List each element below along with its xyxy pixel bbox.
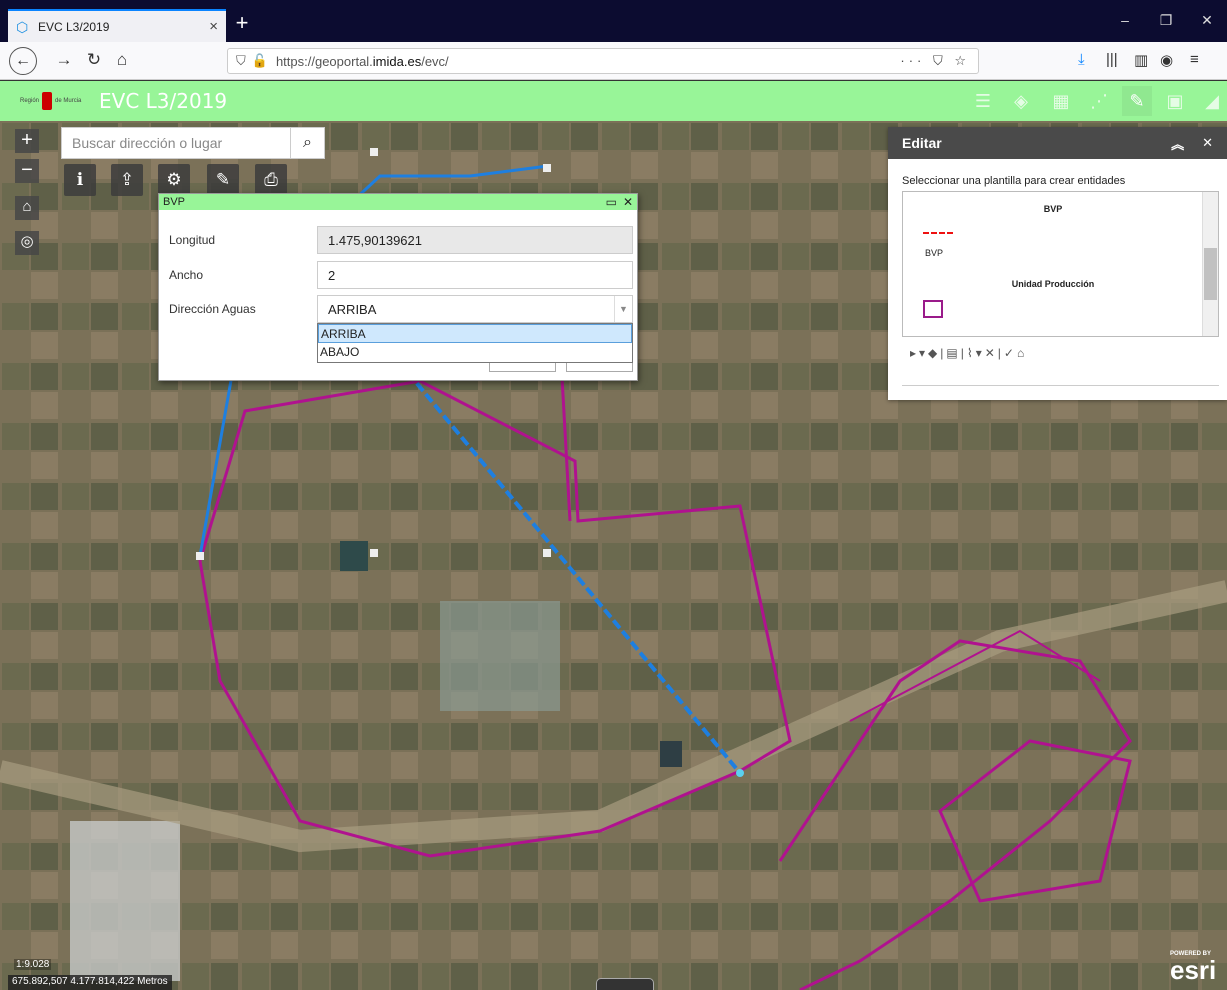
dashed-line-icon xyxy=(923,232,953,234)
insecure-lock-icon: 🔓 xyxy=(251,53,268,68)
search-input[interactable]: Buscar dirección o lugar xyxy=(62,128,290,158)
longitud-field: 1.475,90139621 xyxy=(317,226,633,254)
basemap-widget-icon[interactable]: ▦ xyxy=(1046,86,1076,116)
reload-button[interactable]: ↻ xyxy=(82,50,106,70)
dropdown-option-arriba[interactable]: ARRIBA xyxy=(318,324,632,343)
scrollbar[interactable] xyxy=(1202,192,1218,336)
field-label: Dirección Aguas xyxy=(169,302,256,316)
maximize-window-button[interactable]: ❐ xyxy=(1146,12,1186,29)
info-icon[interactable]: ℹ xyxy=(64,164,96,196)
print-icon[interactable]: ⎙ xyxy=(255,164,287,196)
popup-title: BVP xyxy=(163,196,186,208)
map-view[interactable]: + − ⌂ ◎ Buscar dirección o lugar ⌕ ℹ ⇪ ⚙… xyxy=(0,121,1227,990)
field-row-direccion: Dirección Aguas ARRIBA ▼ xyxy=(169,295,634,323)
add-data-icon[interactable]: ⇪ xyxy=(111,164,143,196)
dropdown-option-abajo[interactable]: ABAJO xyxy=(318,343,632,362)
url-text: https://geoportal.imida.es/evc/ xyxy=(275,53,449,69)
url-bar[interactable]: ⛉ 🔓 https://geoportal.imida.es/evc/ ··· … xyxy=(227,48,979,74)
attribution-logo: esri xyxy=(1170,955,1217,985)
measure-widget-icon[interactable]: ⋰ xyxy=(1084,86,1114,116)
edit-toolbar[interactable]: ▸▾◆|▤|⌇▾✕|✓⌂ xyxy=(910,346,1027,360)
region-logo: Región de Murcia xyxy=(20,89,90,113)
account-icon[interactable]: ◉ xyxy=(1160,51,1173,69)
direccion-select-value: ARRIBA xyxy=(328,301,377,317)
close-window-button[interactable]: ✕ xyxy=(1187,12,1227,29)
address-search[interactable]: Buscar dirección o lugar ⌕ xyxy=(61,127,325,159)
tab-title: EVC L3/2019 xyxy=(38,19,110,34)
app-header: Región de Murcia EVC L3/2019 ☰ ◈ ▦ ⋰ ✎ ▣… xyxy=(0,81,1227,121)
dropdown-list: ARRIBA ABAJO xyxy=(317,323,633,363)
browser-nav-bar: ← → ↻ ⌂ ⛉ 🔓 https://geoportal.imida.es/e… xyxy=(0,42,1227,80)
edit-panel: Editar ︽ ✕ Seleccionar una plantilla par… xyxy=(888,127,1227,400)
field-label: Ancho xyxy=(169,268,204,282)
forward-button[interactable]: → xyxy=(52,50,76,70)
new-tab-button[interactable]: + xyxy=(230,10,254,36)
vertex-handle[interactable] xyxy=(543,164,551,172)
attribute-popup: BVP ▭ ✕ Longitud 1.475,90139621 Ancho 2 … xyxy=(158,193,638,381)
direccion-select[interactable]: ARRIBA ▼ xyxy=(317,295,633,323)
home-button[interactable]: ⌂ xyxy=(110,50,134,70)
esri-attribution: POWERED BY esri xyxy=(1170,951,1216,983)
back-button[interactable]: ← xyxy=(9,47,37,75)
scale-label: 1:9.028 xyxy=(14,959,52,970)
ancho-field[interactable]: 2 xyxy=(317,261,633,289)
vertex-handle[interactable] xyxy=(370,148,378,156)
browser-tab[interactable]: ⬡ EVC L3/2019 × xyxy=(8,9,226,42)
edit-panel-header: Editar ︽ ✕ xyxy=(888,127,1227,159)
edit-widget-icon[interactable]: ✎ xyxy=(1122,86,1152,116)
field-row-longitud: Longitud 1.475,90139621 xyxy=(169,226,634,254)
close-icon[interactable]: ✕ xyxy=(1202,135,1213,151)
zoom-in-button[interactable]: + xyxy=(15,129,39,153)
shield-icon: ⛉ xyxy=(236,53,246,68)
polygon-template-icon[interactable] xyxy=(923,300,943,318)
home-extent-button[interactable]: ⌂ xyxy=(15,196,39,220)
scrollbar-thumb[interactable] xyxy=(1204,248,1217,300)
field-row-ancho: Ancho 2 xyxy=(169,261,634,289)
coordinates-readout: 675.892,507 4.177.814,422 Metros xyxy=(8,975,172,990)
logo-text-left: Región xyxy=(20,98,40,104)
bvp-template[interactable]: BVP xyxy=(921,220,955,258)
legend-widget-icon[interactable]: ☰ xyxy=(968,86,998,116)
edit-panel-subtitle: Seleccionar una plantilla para crear ent… xyxy=(902,175,1126,187)
zoom-out-button[interactable]: − xyxy=(15,159,39,183)
template-picker: BVP BVP Unidad Producción xyxy=(902,191,1219,337)
tab-close-icon[interactable]: × xyxy=(209,18,218,35)
my-location-button[interactable]: ◎ xyxy=(15,231,39,255)
downloads-icon[interactable]: ⤓ xyxy=(1078,51,1085,68)
template-label: BVP xyxy=(925,248,944,258)
site-favicon-icon: ⬡ xyxy=(16,18,29,35)
edit-panel-title: Editar xyxy=(902,135,942,151)
template-group-label: BVP xyxy=(1043,204,1063,214)
vertex-handle[interactable] xyxy=(736,769,744,777)
field-label: Longitud xyxy=(169,233,216,247)
minimize-window-button[interactable]: – xyxy=(1105,12,1145,28)
maximize-icon[interactable]: ▭ xyxy=(606,195,617,209)
bottom-panel-toggle[interactable] xyxy=(596,978,654,990)
menu-icon[interactable]: ≡ xyxy=(1190,51,1199,68)
print-widget-icon[interactable]: ▣ xyxy=(1160,86,1190,116)
vertex-handle[interactable] xyxy=(543,549,551,557)
vertex-handle[interactable] xyxy=(196,552,204,560)
library-icon[interactable]: ||| xyxy=(1106,51,1118,68)
search-icon[interactable]: ⌕ xyxy=(290,128,324,158)
chevron-down-icon[interactable]: ▼ xyxy=(614,296,632,322)
app-title: EVC L3/2019 xyxy=(99,89,228,113)
collapse-icon[interactable]: ︽ xyxy=(1171,134,1184,153)
close-icon[interactable]: ✕ xyxy=(623,195,633,209)
divider xyxy=(902,385,1219,386)
page-actions[interactable]: ··· ⛉ ☆ xyxy=(900,53,970,69)
template-group-label: Unidad Producción xyxy=(1011,279,1095,289)
layers-widget-icon[interactable]: ◈ xyxy=(1006,86,1036,116)
browser-tab-bar: ⬡ EVC L3/2019 × + – ❐ ✕ xyxy=(0,0,1227,42)
share-icon[interactable]: ⚙ xyxy=(158,164,190,196)
ruler-icon[interactable]: ✎ xyxy=(207,164,239,196)
sidebar-icon[interactable]: ▥ xyxy=(1134,51,1148,69)
popup-header: BVP ▭ ✕ xyxy=(159,194,637,210)
vertex-handle[interactable] xyxy=(370,549,378,557)
crest-icon xyxy=(42,92,53,110)
logo-text-right: de Murcia xyxy=(55,98,82,104)
chart-widget-icon[interactable]: ◢ xyxy=(1197,86,1227,116)
